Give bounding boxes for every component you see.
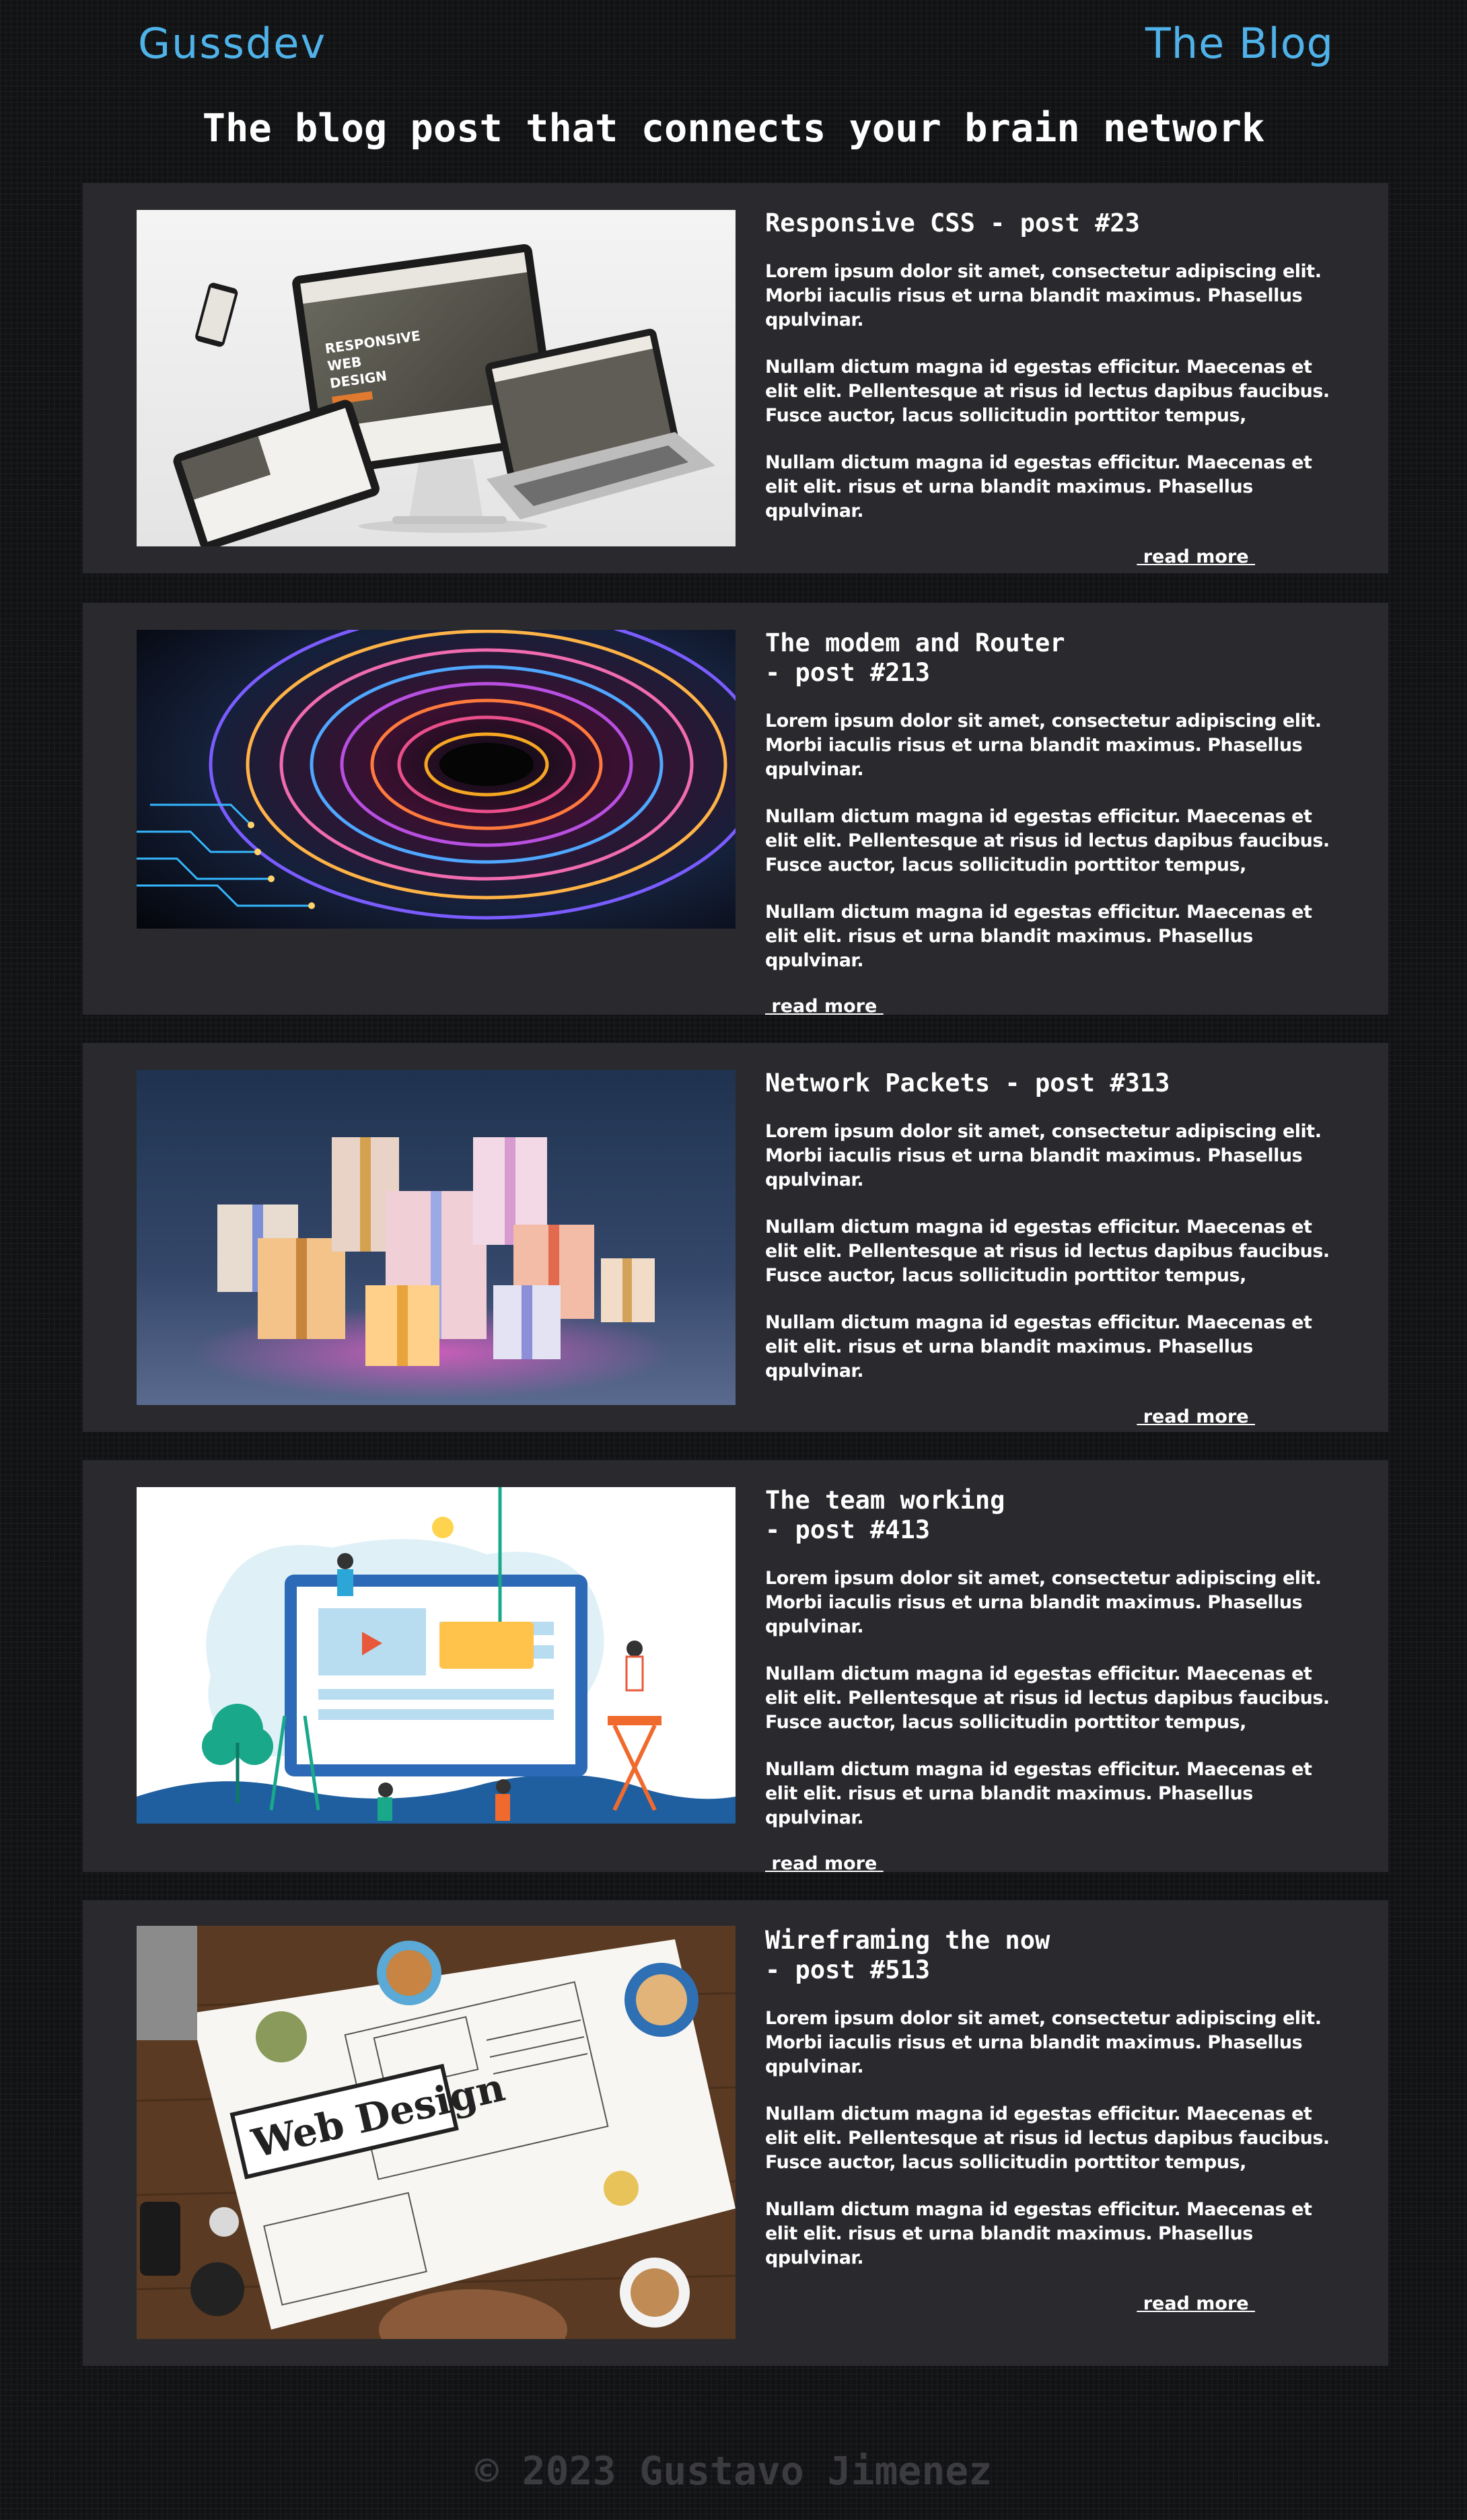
post-image-glowing-gift-boxes (137, 1070, 736, 1405)
post-paragraph: Lorem ipsum dolor sit amet, consectetur … (765, 1121, 1322, 1190)
post-paragraph: Nullam dictum magna id egestas efficitur… (765, 2103, 1330, 2173)
post-paragraph: Nullam dictum magna id egestas efficitur… (765, 1663, 1330, 1733)
page-title: The blog post that connects your brain n… (202, 106, 1265, 151)
post-content: The team working - post #413 Lorem ipsum… (765, 1486, 1337, 1874)
post-content: The modem and Router - post #213 Lorem i… (765, 628, 1337, 1017)
post-paragraph: Nullam dictum magna id egestas efficitur… (765, 806, 1330, 875)
post-title[interactable]: Wireframing the now - post #513 (765, 1926, 1337, 1985)
post-image-team-illustration (137, 1487, 736, 1824)
post-paragraph: Nullam dictum magna id egestas efficitur… (765, 2199, 1312, 2268)
post-paragraph: Nullam dictum magna id egestas efficitur… (765, 1217, 1330, 1286)
post-title[interactable]: Responsive CSS - post #23 (765, 209, 1337, 238)
post-image-web-design-wireframe: Web Design (137, 1926, 736, 2339)
read-more-link[interactable]: read more (765, 996, 1337, 1017)
post-content: Responsive CSS - post #23 Lorem ipsum do… (765, 209, 1337, 567)
read-more-link[interactable]: read more (765, 1853, 1337, 1874)
post-image-responsive-devices: RESPONSIVE WEB DESIGN (137, 210, 736, 546)
post-paragraph: Nullam dictum magna id egestas efficitur… (765, 1312, 1312, 1381)
post-title[interactable]: The team working - post #413 (765, 1486, 1337, 1545)
post-content: Network Packets - post #313 Lorem ipsum … (765, 1069, 1337, 1427)
blog-post-card: The modem and Router - post #213 Lorem i… (83, 603, 1388, 1017)
blog-post-card: Web Design Wireframing the now - post #5… (83, 1900, 1388, 2366)
post-title[interactable]: Network Packets - post #313 (765, 1069, 1337, 1098)
blog-post-card: The team working - post #413 Lorem ipsum… (83, 1460, 1388, 1874)
site-header: Gussdev The Blog (0, 0, 1467, 94)
blog-nav-link[interactable]: The Blog (1145, 19, 1334, 68)
post-content: Wireframing the now - post #513 Lorem ip… (765, 1926, 1337, 2314)
post-paragraph: Lorem ipsum dolor sit amet, consectetur … (765, 2008, 1322, 2077)
post-paragraph: Nullam dictum magna id egestas efficitur… (765, 1759, 1312, 1828)
read-more-link[interactable]: read more (765, 1406, 1337, 1427)
brand-logo-link[interactable]: Gussdev (138, 19, 326, 68)
post-image-circuit-rings (137, 630, 736, 929)
post-paragraph: Nullam dictum magna id egestas efficitur… (765, 452, 1312, 521)
post-paragraph: Lorem ipsum dolor sit amet, consectetur … (765, 1568, 1322, 1637)
read-more-link[interactable]: read more (765, 546, 1337, 567)
post-paragraph: Lorem ipsum dolor sit amet, consectetur … (765, 711, 1322, 780)
blog-post-card: RESPONSIVE WEB DESIGN Responsive CSS - p… (83, 183, 1388, 573)
blog-post-card: Network Packets - post #313 Lorem ipsum … (83, 1043, 1388, 1432)
read-more-link[interactable]: read more (765, 2293, 1337, 2314)
footer-copyright: © 2023 Gustavo Jimenez (474, 2448, 993, 2494)
post-paragraph: Lorem ipsum dolor sit amet, consectetur … (765, 261, 1322, 330)
post-title[interactable]: The modem and Router - post #213 (765, 628, 1337, 688)
post-paragraph: Nullam dictum magna id egestas efficitur… (765, 357, 1330, 426)
post-paragraph: Nullam dictum magna id egestas efficitur… (765, 902, 1312, 971)
